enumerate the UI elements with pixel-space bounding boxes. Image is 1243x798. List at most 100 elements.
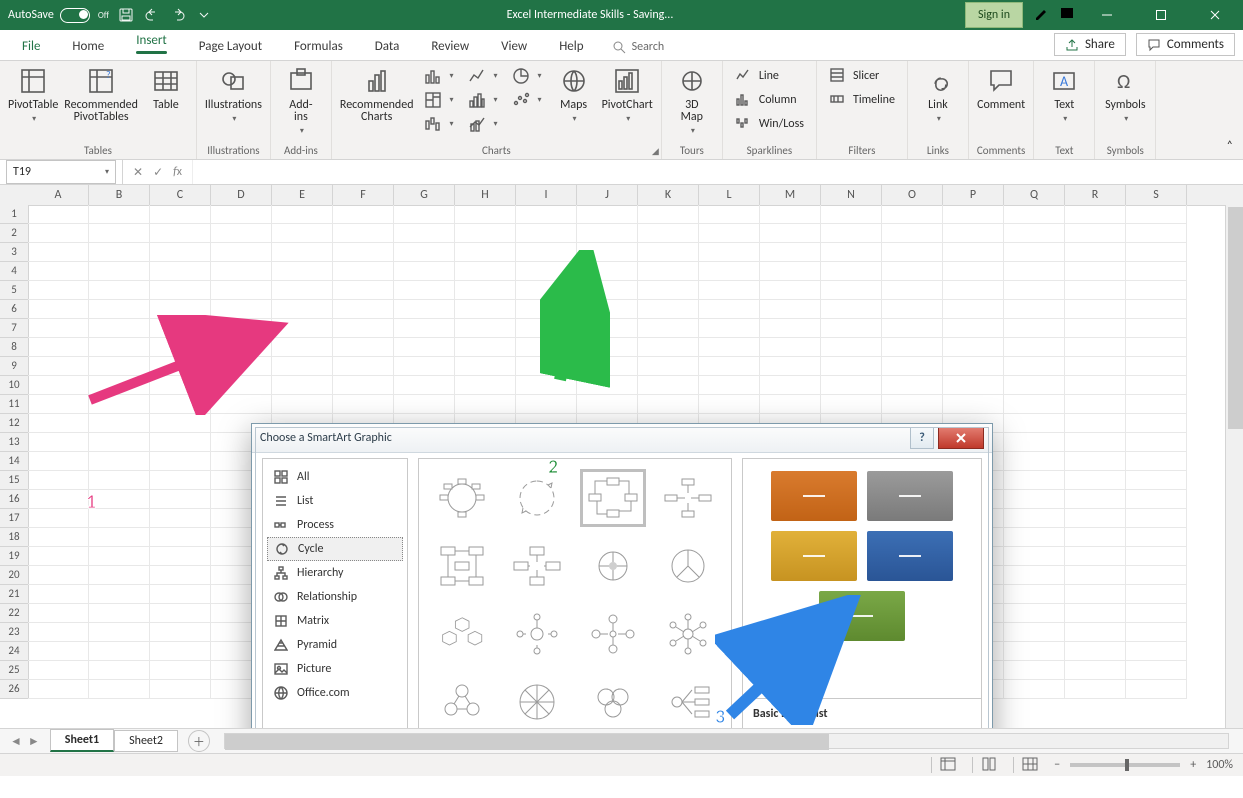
row-header[interactable]: 16 bbox=[0, 490, 28, 509]
row-header[interactable]: 20 bbox=[0, 566, 28, 585]
recommended-charts-button[interactable]: Recommended Charts bbox=[340, 65, 414, 123]
tab-insert[interactable]: Insert bbox=[122, 27, 181, 60]
cat-cycle[interactable]: Cycle bbox=[267, 537, 403, 561]
column-header[interactable]: I bbox=[516, 185, 577, 205]
gallery-thumb[interactable] bbox=[429, 673, 495, 728]
gallery-thumb[interactable] bbox=[429, 605, 495, 663]
scroll-thumb[interactable] bbox=[225, 734, 829, 750]
autosave-toggle[interactable]: AutoSave Off bbox=[8, 8, 109, 23]
column-header[interactable]: E bbox=[272, 185, 333, 205]
comments-button[interactable]: Comments bbox=[1136, 33, 1235, 56]
page-break-view-icon[interactable] bbox=[1013, 757, 1044, 773]
row-header[interactable]: 24 bbox=[0, 642, 28, 661]
gallery-thumb[interactable] bbox=[656, 605, 722, 663]
pivottable-button[interactable]: PivotTable▾ bbox=[8, 65, 58, 125]
close-button[interactable] bbox=[1193, 0, 1237, 30]
cat-picture[interactable]: Picture bbox=[265, 657, 405, 681]
dialog-launcher-icon[interactable]: ◢ bbox=[652, 146, 659, 157]
gallery-thumb[interactable] bbox=[429, 469, 495, 527]
sheet-nav-next-icon[interactable]: ► bbox=[28, 734, 40, 749]
row-header[interactable]: 1 bbox=[0, 205, 28, 224]
cat-relationship[interactable]: Relationship bbox=[265, 585, 405, 609]
row-header[interactable]: 4 bbox=[0, 262, 28, 281]
scroll-thumb[interactable] bbox=[1228, 207, 1243, 429]
cat-hierarchy[interactable]: Hierarchy bbox=[265, 561, 405, 585]
illustrations-button[interactable]: Illustrations▾ bbox=[205, 65, 262, 125]
row-header[interactable]: 26 bbox=[0, 680, 28, 699]
row-header[interactable]: 25 bbox=[0, 661, 28, 680]
combo-chart-button[interactable]: ▾ bbox=[464, 113, 502, 135]
page-layout-view-icon[interactable] bbox=[972, 757, 1003, 773]
sheet-nav-prev-icon[interactable]: ◄ bbox=[10, 734, 22, 749]
fx-icon[interactable]: fx bbox=[173, 165, 182, 179]
column-header[interactable]: C bbox=[150, 185, 211, 205]
spark-column-button[interactable]: Column bbox=[731, 89, 801, 111]
ribbon-options-icon[interactable] bbox=[1059, 5, 1075, 25]
minimize-button[interactable] bbox=[1085, 0, 1129, 30]
row-header[interactable]: 2 bbox=[0, 224, 28, 243]
undo-icon[interactable] bbox=[143, 6, 161, 24]
column-header[interactable]: N bbox=[821, 185, 882, 205]
row-header[interactable]: 9 bbox=[0, 357, 28, 376]
name-box[interactable]: T19▾ bbox=[6, 160, 116, 184]
column-header[interactable]: Q bbox=[1004, 185, 1065, 205]
tab-file[interactable]: File bbox=[8, 33, 54, 60]
cancel-formula-icon[interactable]: ✕ bbox=[133, 165, 143, 180]
signin-button[interactable]: Sign in bbox=[965, 2, 1023, 28]
gallery-thumb[interactable] bbox=[505, 673, 571, 728]
row-header[interactable]: 13 bbox=[0, 433, 28, 452]
row-header[interactable]: 12 bbox=[0, 414, 28, 433]
gallery-thumb[interactable] bbox=[429, 537, 495, 595]
column-header[interactable]: O bbox=[882, 185, 943, 205]
column-header[interactable]: F bbox=[333, 185, 394, 205]
worksheet-grid[interactable]: ABCDEFGHIJKLMNOPQRS 12345678910111213141… bbox=[0, 185, 1243, 728]
maximize-button[interactable] bbox=[1139, 0, 1183, 30]
scatter-chart-button[interactable]: ▾ bbox=[508, 89, 546, 111]
column-header[interactable]: D bbox=[211, 185, 272, 205]
slicer-button[interactable]: Slicer bbox=[825, 65, 883, 87]
column-header[interactable]: G bbox=[394, 185, 455, 205]
row-header[interactable]: 8 bbox=[0, 338, 28, 357]
column-header[interactable]: B bbox=[89, 185, 150, 205]
gallery-thumb-selected[interactable] bbox=[580, 469, 646, 527]
maps-button[interactable]: Maps▾ bbox=[552, 65, 596, 125]
zoom-slider[interactable] bbox=[1070, 763, 1180, 767]
comment-button[interactable]: Comment bbox=[977, 65, 1025, 111]
row-header[interactable]: 22 bbox=[0, 604, 28, 623]
row-header[interactable]: 23 bbox=[0, 623, 28, 642]
tab-data[interactable]: Data bbox=[361, 33, 414, 60]
timeline-button[interactable]: Timeline bbox=[825, 89, 899, 111]
column-header[interactable]: P bbox=[943, 185, 1004, 205]
normal-view-icon[interactable] bbox=[931, 757, 962, 773]
link-button[interactable]: Link▾ bbox=[916, 65, 960, 125]
row-header[interactable]: 18 bbox=[0, 528, 28, 547]
3d-map-button[interactable]: 3D Map▾ bbox=[670, 65, 714, 137]
gallery-thumb[interactable] bbox=[580, 537, 646, 595]
gallery-thumb[interactable] bbox=[656, 469, 722, 527]
gallery-thumb[interactable] bbox=[505, 469, 571, 527]
select-all-corner[interactable] bbox=[0, 185, 29, 206]
cat-matrix[interactable]: Matrix bbox=[265, 609, 405, 633]
gallery-thumb[interactable] bbox=[505, 537, 571, 595]
column-chart-button[interactable]: ▾ bbox=[420, 65, 458, 87]
hierarchy-chart-button[interactable]: ▾ bbox=[420, 89, 458, 111]
row-header[interactable]: 14 bbox=[0, 452, 28, 471]
gallery-thumb[interactable] bbox=[505, 605, 571, 663]
spark-line-button[interactable]: Line bbox=[731, 65, 783, 87]
vertical-scrollbar[interactable] bbox=[1225, 205, 1243, 728]
row-header[interactable]: 17 bbox=[0, 509, 28, 528]
gallery-thumb[interactable] bbox=[656, 537, 722, 595]
recommended-pivot-button[interactable]: ?Recommended PivotTables bbox=[64, 65, 138, 123]
column-header[interactable]: K bbox=[638, 185, 699, 205]
row-header[interactable]: 21 bbox=[0, 585, 28, 604]
enter-formula-icon[interactable]: ✓ bbox=[153, 165, 163, 180]
gallery-thumb[interactable] bbox=[580, 605, 646, 663]
row-header[interactable]: 19 bbox=[0, 547, 28, 566]
cat-process[interactable]: Process bbox=[265, 513, 405, 537]
gallery-thumb[interactable] bbox=[580, 673, 646, 728]
collapse-ribbon-icon[interactable]: ˄ bbox=[1227, 139, 1233, 153]
cat-list[interactable]: List bbox=[265, 489, 405, 513]
qat-dropdown-icon[interactable] bbox=[195, 6, 213, 24]
row-header[interactable]: 7 bbox=[0, 319, 28, 338]
sheet-tab-active[interactable]: Sheet1 bbox=[50, 729, 114, 752]
